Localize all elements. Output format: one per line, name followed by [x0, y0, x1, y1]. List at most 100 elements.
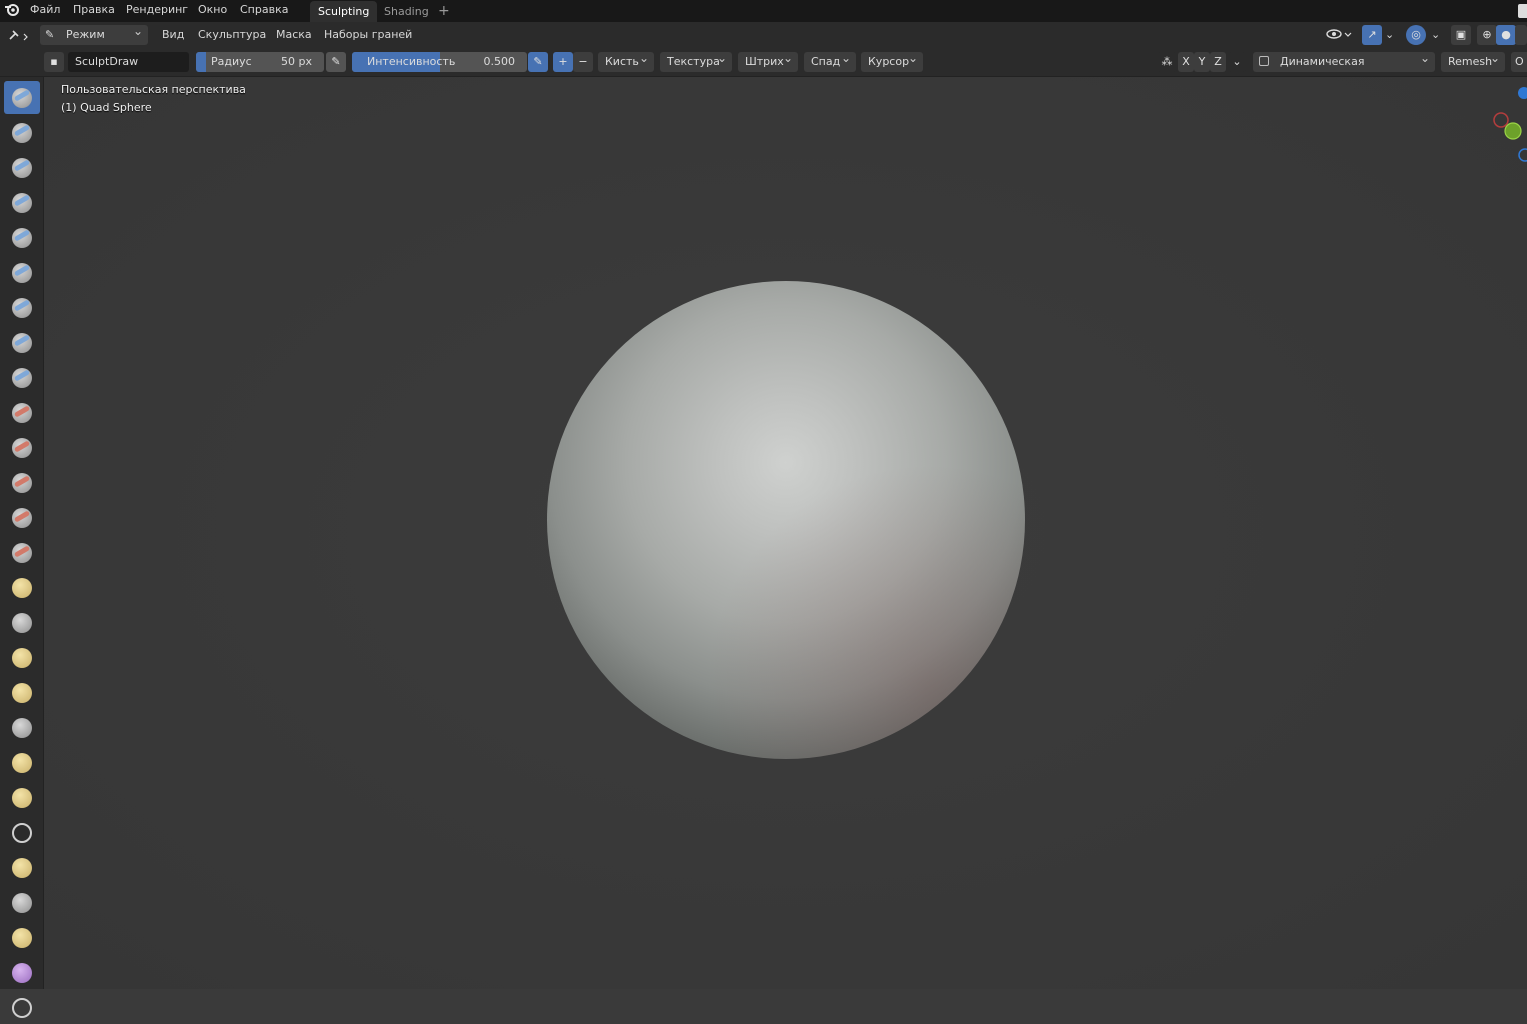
brush-name-field[interactable]: SculptDraw [68, 52, 189, 72]
tool-fill-button[interactable] [4, 466, 40, 499]
radius-pressure-icon[interactable]: ✎ [326, 52, 346, 72]
menu-file[interactable]: Файл [24, 0, 66, 22]
tool-pose-button[interactable] [4, 746, 40, 779]
tool-smooth-button[interactable] [4, 396, 40, 429]
direction-add-button[interactable]: + [553, 52, 573, 72]
remesh-dropdown[interactable]: Remesh [1441, 48, 1505, 72]
strength-label: Интенсивность [367, 55, 456, 68]
blender-logo-icon[interactable] [2, 0, 22, 22]
tool-clay-thumb-button[interactable] [4, 221, 40, 254]
tool-scrape-button[interactable] [4, 501, 40, 534]
symmetry-dropdown-icon[interactable]: ⌄ [1228, 52, 1246, 72]
stroke-dropdown[interactable]: Штрих [738, 48, 798, 72]
gizmo-neg-z-axis-icon [1518, 148, 1527, 162]
mirror-x-button[interactable]: X [1178, 52, 1194, 72]
tool-crease-button[interactable] [4, 361, 40, 394]
tool-blob-button[interactable] [4, 326, 40, 359]
clay-icon [12, 158, 32, 178]
mirror-z-button[interactable]: Z [1210, 52, 1226, 72]
tool-mask-button[interactable] [4, 991, 40, 1024]
gizmo-dropdown-icon[interactable]: ⌄ [1385, 22, 1394, 48]
editor-type-icon[interactable] [6, 22, 34, 48]
symmetry-icon[interactable]: ⁂ [1157, 52, 1177, 72]
menu-face-sets[interactable]: Наборы граней [324, 22, 412, 48]
tool-boundary-button[interactable] [4, 886, 40, 919]
dyntopo-checkbox[interactable] [1259, 56, 1269, 66]
blob-icon [12, 333, 32, 353]
brush-dropdown[interactable]: Кисть [598, 48, 654, 72]
tool-clay-button[interactable] [4, 151, 40, 184]
3d-viewport[interactable]: Пользовательская перспектива (1) Quad Sp… [44, 77, 1527, 989]
tool-draw-sharp-button[interactable] [4, 116, 40, 149]
brush-dropdown-label: Кисть [605, 55, 639, 68]
tool-flatten-button[interactable] [4, 431, 40, 464]
layer-icon [12, 263, 32, 283]
wireframe-shading-icon[interactable]: ⊕ [1477, 25, 1497, 45]
falloff-dropdown[interactable]: Спад [804, 48, 856, 72]
tool-draw-button[interactable] [4, 81, 40, 114]
mode-select[interactable]: ✎ Режим скул... [40, 21, 148, 61]
options-button[interactable]: О [1511, 52, 1527, 72]
overlays-dropdown-icon[interactable]: ⌄ [1431, 22, 1440, 48]
radius-slider[interactable]: Радиус 50 px [196, 52, 324, 72]
slide-relax-icon [12, 858, 32, 878]
brush-browse-icon[interactable]: ▪ [44, 52, 64, 72]
tool-settings-bar: ▪ SculptDraw Радиус 50 px ✎ Интенсивност… [0, 48, 1527, 88]
visibility-eye-icon[interactable] [1324, 22, 1356, 48]
navigation-gizmo[interactable] [1482, 82, 1527, 167]
falloff-dropdown-label: Спад [811, 55, 841, 68]
menu-help[interactable]: Справка [234, 0, 294, 22]
menu-sculpt[interactable]: Скульптура [198, 22, 266, 48]
strength-slider[interactable]: Интенсивность 0.500 [352, 52, 527, 72]
strength-value: 0.500 [483, 55, 516, 68]
texture-dropdown[interactable]: Текстура [660, 48, 732, 72]
grab-icon [12, 613, 32, 633]
tool-snake-hook-button[interactable] [4, 676, 40, 709]
viewport-header: ✎ Режим скул... Вид Скульптура Маска Наб… [0, 21, 1527, 61]
pinch-icon [12, 578, 32, 598]
nudge-icon [12, 788, 32, 808]
menu-edit[interactable]: Правка [67, 0, 121, 22]
tool-pinch-button[interactable] [4, 571, 40, 604]
crease-icon [12, 368, 32, 388]
overlays-toggle-icon[interactable]: ◎ [1406, 25, 1426, 45]
tab-sculpting[interactable]: Sculpting [310, 1, 378, 22]
mask-icon [12, 998, 32, 1018]
top-menubar: Файл Правка Рендеринг Окно Справка Sculp… [0, 0, 1527, 22]
menu-render[interactable]: Рендеринг [120, 0, 194, 22]
tool-multiplane-scrape-button[interactable] [4, 536, 40, 569]
tool-layer-button[interactable] [4, 256, 40, 289]
cloth-icon [12, 928, 32, 948]
xray-toggle-icon[interactable]: ▣ [1451, 25, 1471, 45]
scene-selector-icon[interactable] [1518, 4, 1527, 18]
mirror-y-button[interactable]: Y [1194, 52, 1210, 72]
tool-thumb-button[interactable] [4, 711, 40, 744]
strength-pressure-icon[interactable]: ✎ [528, 52, 548, 72]
tool-inflate-button[interactable] [4, 291, 40, 324]
tool-nudge-button[interactable] [4, 781, 40, 814]
add-workspace-button[interactable]: + [430, 1, 458, 22]
tool-elastic-deform-button[interactable] [4, 641, 40, 674]
dyntopo-toggle[interactable]: Динамическая топология [1253, 48, 1435, 88]
tool-rotate-button[interactable] [4, 816, 40, 849]
tool-clay-strips-button[interactable] [4, 186, 40, 219]
cursor-dropdown[interactable]: Курсор [861, 48, 923, 72]
thumb-icon [12, 718, 32, 738]
tool-grab-button[interactable] [4, 606, 40, 639]
tab-shading[interactable]: Shading [376, 1, 437, 22]
gizmo-toggle-icon[interactable]: ↗ [1362, 25, 1382, 45]
fill-icon [12, 473, 32, 493]
solid-shading-icon[interactable]: ● [1496, 25, 1516, 45]
smooth-icon [12, 403, 32, 423]
cursor-dropdown-label: Курсор [868, 55, 910, 68]
quad-sphere-mesh[interactable] [547, 281, 1025, 759]
menu-mask[interactable]: Маска [276, 22, 312, 48]
tool-cloth-button[interactable] [4, 921, 40, 954]
direction-subtract-button[interactable]: − [573, 52, 593, 72]
view-name-label: Пользовательская перспектива [61, 83, 246, 96]
menu-window[interactable]: Окно [192, 0, 233, 22]
tool-slide-relax-button[interactable] [4, 851, 40, 884]
material-shading-icon[interactable] [1515, 25, 1527, 45]
tool-simplify-button[interactable] [4, 956, 40, 989]
menu-view[interactable]: Вид [162, 22, 184, 48]
